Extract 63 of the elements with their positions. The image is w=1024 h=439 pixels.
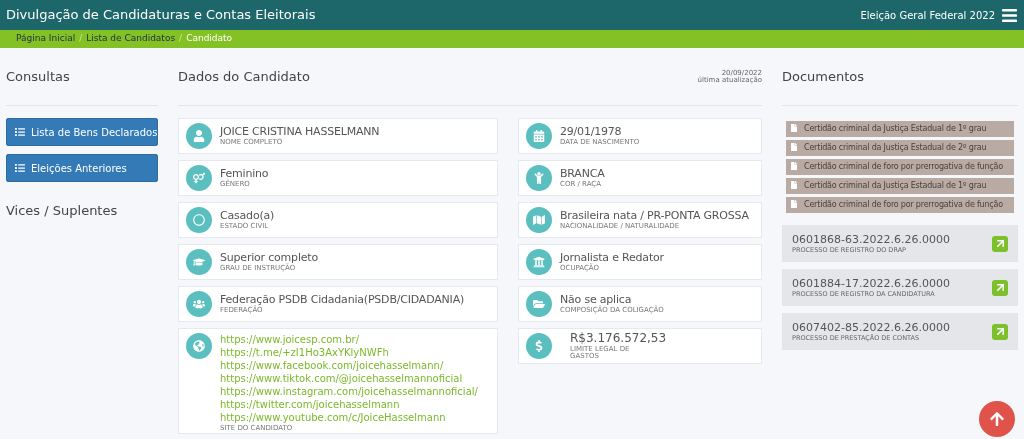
field-value: Brasileira nata / PR-PONTA GROSSA <box>560 210 749 221</box>
document-link[interactable]: Certidão criminal de foro por prerrogativa de função <box>786 197 1014 213</box>
breadcrumb-link[interactable]: Lista de Candidatos <box>86 32 176 46</box>
section-title: Consultas <box>6 67 70 86</box>
website-link[interactable]: https://www.facebook.com/joicehasselmann/ <box>220 359 478 372</box>
file-icon <box>790 162 798 170</box>
website-link[interactable]: https://twitter.com/joicehasselmann <box>220 398 478 411</box>
section-title: Vices / Suplentes <box>6 203 118 218</box>
website-link[interactable]: https://www.joicesp.com.br/ <box>220 333 478 346</box>
ring-icon <box>186 207 212 233</box>
document-link[interactable]: Certidão criminal da Justiça Estadual de 1º grau <box>786 121 1014 137</box>
election-name: Eleição Geral Federal 2022 <box>860 8 995 23</box>
section-title: Dados do Candidato <box>178 67 310 86</box>
user-icon <box>186 123 212 149</box>
site-title: Divulgação de Candidaturas e Contas Eleitorais <box>6 6 316 25</box>
graduation-cap-icon <box>186 249 212 275</box>
calendar-icon <box>526 123 552 149</box>
gender-icon <box>186 165 212 191</box>
field-value: Feminino <box>220 168 269 179</box>
list-icon <box>15 163 25 173</box>
field-value: 29/01/1978 <box>560 126 623 137</box>
file-icon <box>790 124 798 132</box>
field-value: Jornalista e Redator <box>560 252 664 263</box>
group-icon <box>186 291 212 317</box>
folder-icon <box>526 291 552 317</box>
field-value: Não se aplica <box>560 294 632 305</box>
breadcrumb-link[interactable]: Página Inicial <box>16 32 76 46</box>
field-value: Casado(a) <box>220 210 275 221</box>
breadcrumb-separator: / <box>179 32 183 46</box>
breadcrumb-separator: / <box>79 32 83 46</box>
document-link[interactable]: Certidão criminal de foro por prerrogativa de função <box>786 159 1014 175</box>
field-value: Superior completo <box>220 252 318 263</box>
dollar-icon <box>526 333 552 359</box>
list-icon <box>15 127 25 137</box>
external-link-icon[interactable] <box>992 235 1008 252</box>
website-link[interactable]: https://t.me/+zI1Ho3AxYKlyNWFh <box>220 346 478 359</box>
external-link-icon[interactable] <box>992 279 1008 296</box>
sidebar-button[interactable]: Eleições Anteriores <box>6 154 158 182</box>
map-icon <box>526 207 552 233</box>
globe-icon <box>186 333 212 359</box>
building-icon <box>526 249 552 275</box>
field-value: BRANCA <box>560 168 605 179</box>
scroll-top-button[interactable] <box>979 401 1015 437</box>
menu-icon[interactable] <box>1001 6 1018 24</box>
website-link[interactable]: https://www.instagram.com/joicehasselmannoficial/ <box>220 385 478 398</box>
document-link[interactable]: Certidão criminal da Justiça Estadual de 1º grau <box>786 178 1014 194</box>
person-icon <box>526 165 552 191</box>
website-link[interactable]: https://www.tiktok.com/@joicehasselmannoficial <box>220 372 478 385</box>
sidebar-button[interactable]: Lista de Bens Declarados <box>6 118 158 146</box>
file-icon <box>790 200 798 208</box>
arrow-up-icon <box>989 411 1005 427</box>
file-icon <box>790 143 798 151</box>
process-number: 0601884-17.2022.6.26.0000 <box>792 277 950 289</box>
field-value: R$3.176.572,53 <box>570 332 667 344</box>
process-number: 0607402-85.2022.6.26.0000 <box>792 321 950 333</box>
website-link[interactable]: https://www.youtube.com/c/JoiceHasselmann <box>220 411 478 424</box>
field-value: JOICE CRISTINA HASSELMANN <box>220 126 380 137</box>
field-value: Federação PSDB Cidadania(PSDB/CIDADANIA) <box>220 294 465 305</box>
process-number: 0601868-63.2022.6.26.0000 <box>792 233 950 245</box>
document-link[interactable]: Certidão criminal da Justiça Estadual de 2º grau <box>786 140 1014 156</box>
external-link-icon[interactable] <box>992 323 1008 340</box>
section-title: Documentos <box>782 67 865 86</box>
file-icon <box>790 181 798 189</box>
